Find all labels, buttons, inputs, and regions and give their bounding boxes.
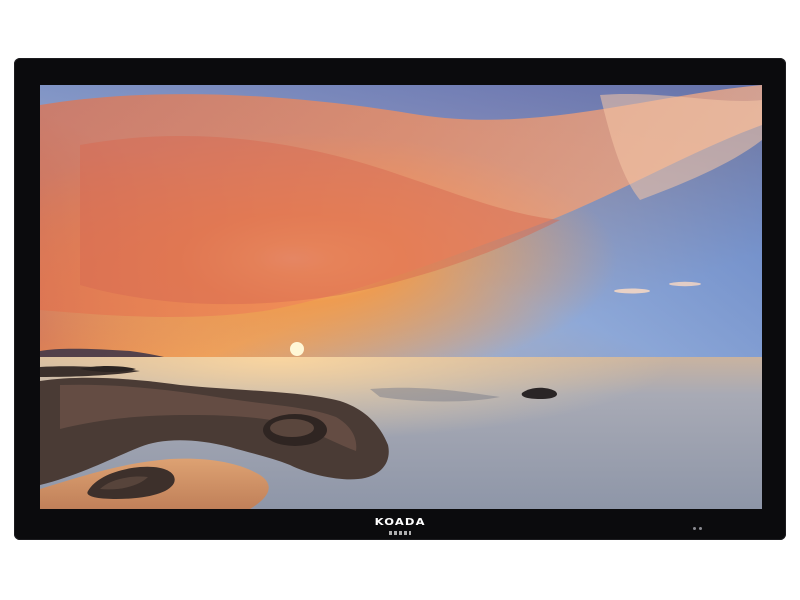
indicator-lights xyxy=(693,527,702,530)
seascape-illustration xyxy=(40,85,762,509)
sensor-led-icon xyxy=(699,527,702,530)
brand-logo: KOADA xyxy=(14,513,786,535)
screen-image-seascape-sunset xyxy=(40,85,762,509)
power-led-icon xyxy=(693,527,696,530)
display-monitor: KOADA xyxy=(14,58,786,540)
brand-subtitle-mark xyxy=(389,531,411,535)
brand-name: KOADA xyxy=(374,517,426,528)
